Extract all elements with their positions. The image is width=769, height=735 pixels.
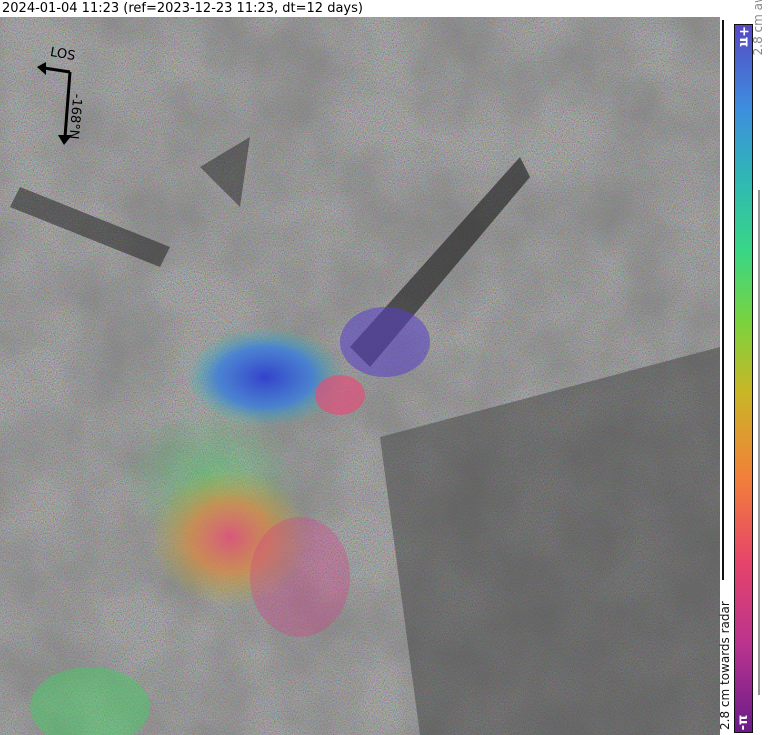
towards-label-box: 2.8 cm towards radar	[718, 580, 732, 730]
image-title: 2024-01-04 11:23 (ref=2023-12-23 11:23, …	[2, 1, 363, 16]
away-label-box: 2.8 cm away from radar	[751, 0, 767, 584]
colorbar-min-label: -π	[736, 714, 751, 731]
towards-arrow-line	[722, 20, 724, 580]
away-from-radar-label: 2.8 cm away from radar	[751, 0, 765, 351]
colorbar-max-label: +π	[736, 26, 751, 48]
towards-radar-label: 2.8 cm towards radar	[718, 601, 732, 730]
interferogram-image: LOS -168°N	[0, 17, 720, 735]
